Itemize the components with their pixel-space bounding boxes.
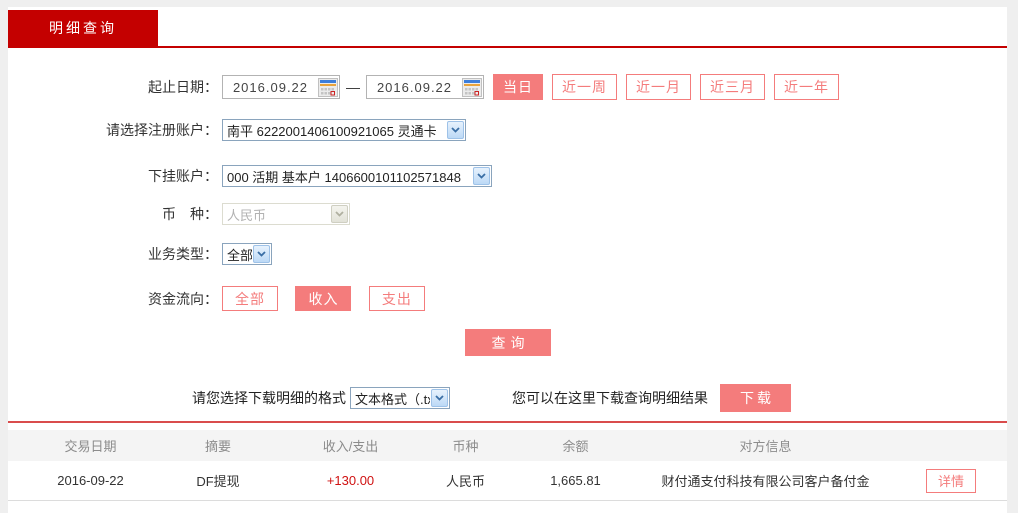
header-currency: 币种	[452, 439, 479, 454]
quick-range-week-button[interactable]: 近一周	[552, 74, 617, 100]
quick-range-month-button[interactable]: 近一月	[626, 74, 691, 100]
cell-date: 2016-09-22	[57, 473, 124, 488]
download-format-select[interactable]: 文本格式（.txt）	[350, 387, 450, 409]
quick-range-3month-button[interactable]: 近三月	[700, 74, 765, 100]
date-separator: —	[346, 79, 360, 95]
query-form: 起止日期： 2016.09.22 — 2016.09.22 当日 近一周 近一月…	[8, 48, 1007, 412]
chevron-down-icon	[473, 167, 490, 185]
table-row: 2016-09-22 DF提现 +130.00 人民币 1,665.81 财付通…	[8, 461, 1007, 501]
calendar-icon[interactable]	[462, 77, 482, 97]
header-amount: 收入/支出	[322, 439, 379, 454]
chevron-down-icon	[447, 121, 464, 139]
fund-flow-label: 资金流向：	[148, 290, 218, 307]
end-date-input[interactable]: 2016.09.22	[366, 75, 484, 99]
form-row-sub-account: 下挂账户： 000 活期 基本户 1406600101102571848	[8, 165, 1007, 187]
query-button[interactable]: 查询	[465, 329, 551, 356]
business-type-label: 业务类型：	[148, 246, 218, 262]
download-format-label: 请您选择下载明细的格式	[192, 390, 346, 406]
register-account-label: 请选择注册账户：	[106, 122, 218, 138]
form-row-query: 查询	[8, 329, 1007, 356]
start-date-value: 2016.09.22	[232, 79, 309, 95]
chevron-down-icon	[331, 205, 348, 223]
content-panel: 明细查询 起止日期： 2016.09.22 — 2016.09.22 当日 近一…	[8, 7, 1007, 513]
detail-button[interactable]: 详情	[926, 468, 976, 493]
header-counterparty: 对方信息	[739, 439, 792, 454]
tab-bar: 明细查询	[8, 7, 1007, 48]
currency-label: 币 种：	[162, 206, 218, 222]
download-row: 请您选择下载明细的格式 文本格式（.txt） 您可以在这里下载查询明细结果 下载	[8, 384, 1007, 412]
currency-select: 人民币	[222, 203, 350, 225]
fund-flow-options: 全部 收入 支出	[222, 286, 438, 311]
form-row-currency: 币 种： 人民币	[8, 203, 1007, 225]
business-type-select[interactable]: 全部	[222, 243, 272, 265]
table-header: 交易日期 摘要 收入/支出 币种 余额 对方信息	[8, 430, 1007, 461]
quick-range-year-button[interactable]: 近一年	[774, 74, 839, 100]
header-summary: 摘要	[204, 439, 231, 454]
cell-counterparty: 财付通支付科技有限公司客户备付金	[661, 474, 870, 489]
table-top-divider	[8, 421, 1007, 423]
header-date: 交易日期	[64, 439, 117, 454]
fund-flow-all-button[interactable]: 全部	[222, 286, 278, 311]
register-account-value: 南平 6222001406100921065 灵通卡	[227, 123, 437, 139]
download-button[interactable]: 下载	[720, 384, 791, 412]
header-balance: 余额	[562, 439, 589, 454]
quick-range-today-button[interactable]: 当日	[493, 74, 543, 100]
download-hint: 您可以在这里下载查询明细结果	[512, 390, 708, 406]
form-row-register-account: 请选择注册账户： 南平 6222001406100921065 灵通卡	[8, 119, 1007, 141]
sub-account-value: 000 活期 基本户 1406600101102571848	[227, 169, 461, 185]
form-row-business-type: 业务类型： 全部	[8, 243, 1007, 265]
sub-account-label: 下挂账户：	[148, 168, 218, 184]
currency-value: 人民币	[227, 207, 267, 223]
cell-summary: DF提现	[196, 474, 240, 489]
cell-currency: 人民币	[445, 474, 485, 489]
fund-flow-expense-button[interactable]: 支出	[368, 286, 425, 311]
calendar-icon[interactable]	[318, 77, 338, 97]
business-type-value: 全部	[227, 247, 252, 263]
chevron-down-icon	[253, 245, 270, 263]
form-row-date-range: 起止日期： 2016.09.22 — 2016.09.22 当日 近一周 近一月…	[8, 74, 1007, 100]
start-date-input[interactable]: 2016.09.22	[222, 75, 340, 99]
form-row-fund-flow: 资金流向： 全部 收入 支出	[8, 286, 1007, 311]
fund-flow-income-button[interactable]: 收入	[295, 286, 352, 311]
cell-balance: 1,665.81	[550, 473, 601, 488]
cell-amount: +130.00	[326, 473, 375, 488]
register-account-select[interactable]: 南平 6222001406100921065 灵通卡	[222, 119, 466, 141]
download-format-value: 文本格式（.txt）	[355, 391, 430, 407]
sub-account-select[interactable]: 000 活期 基本户 1406600101102571848	[222, 165, 492, 187]
date-range-label: 起止日期：	[148, 79, 218, 95]
chevron-down-icon	[431, 389, 448, 407]
tab-detail-query[interactable]: 明细查询	[8, 10, 158, 46]
end-date-value: 2016.09.22	[376, 79, 453, 95]
